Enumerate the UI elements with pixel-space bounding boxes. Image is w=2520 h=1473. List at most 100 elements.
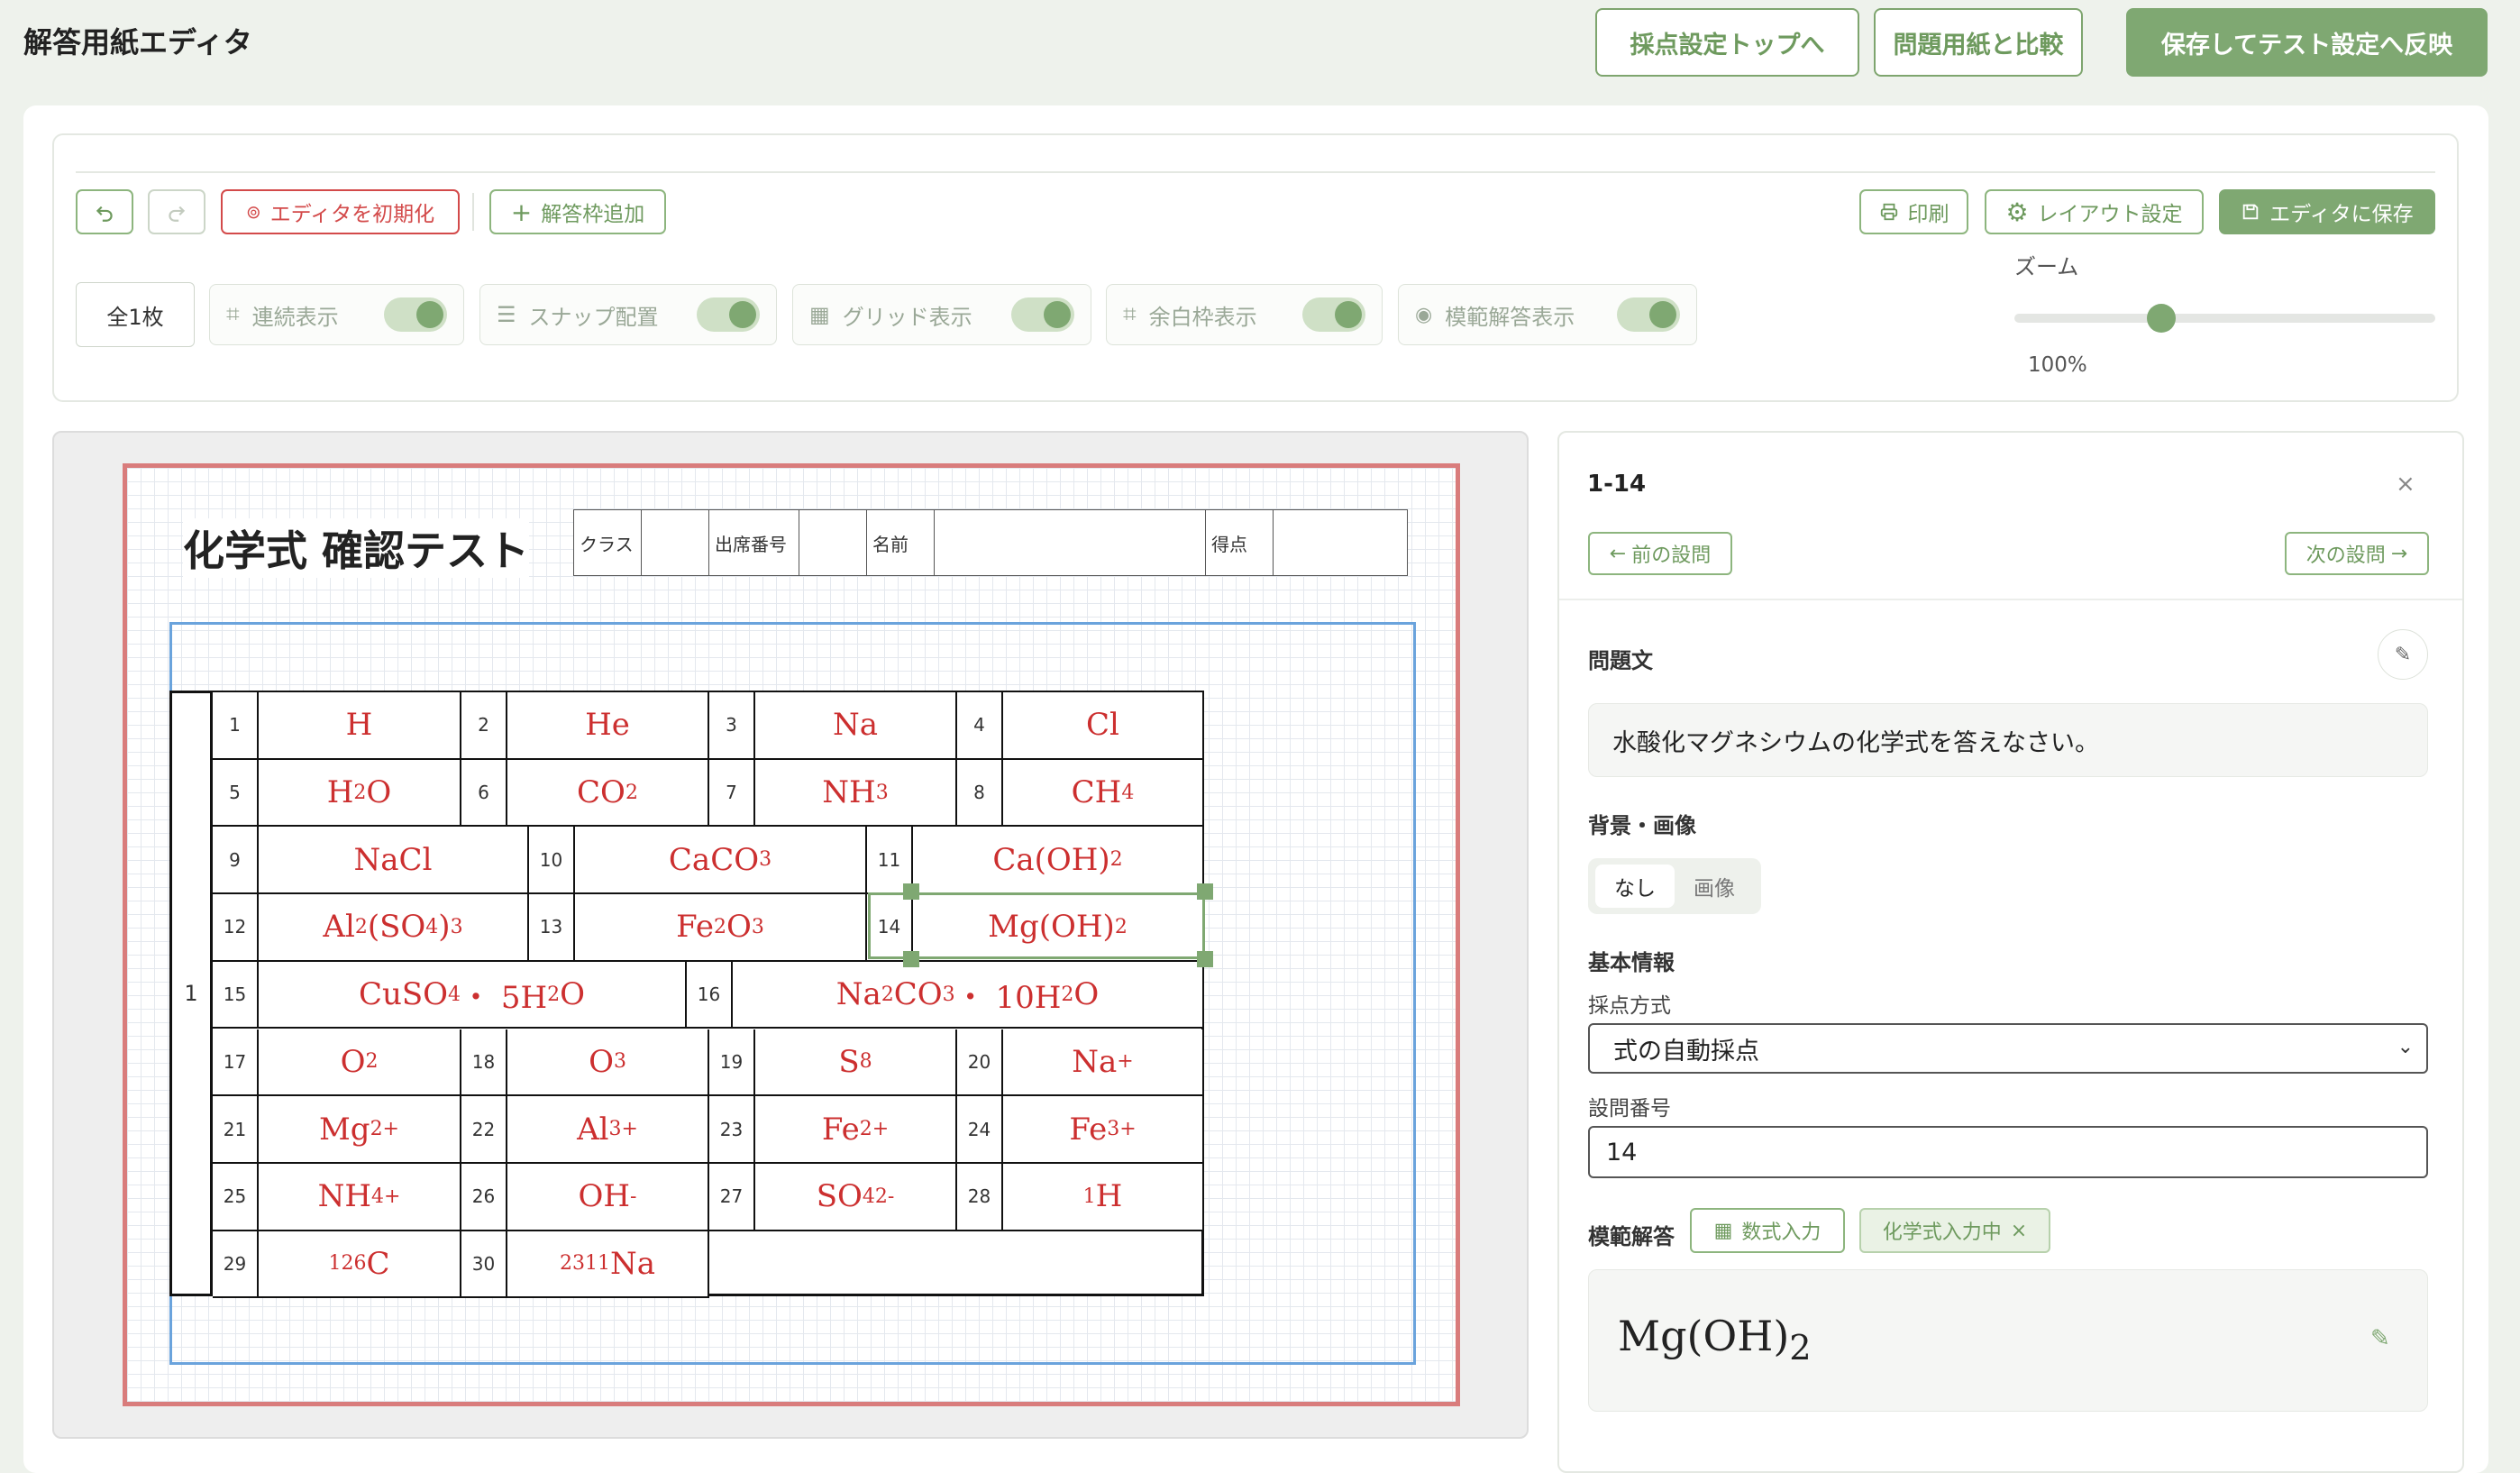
add-answer-box-button[interactable]: + 解答枠追加: [489, 189, 666, 234]
answer-cell[interactable]: 12 6 C: [259, 1231, 461, 1299]
answer-cell[interactable]: Na 2 CO 3 ・ 10H 2 O: [733, 961, 1204, 1029]
answer-cell[interactable]: 23 11 Na: [507, 1231, 709, 1299]
toggle-model-answer[interactable]: ◉ 模範解答表示: [1398, 284, 1697, 345]
answer-cell[interactable]: Mg 2+: [259, 1096, 461, 1164]
resize-handle[interactable]: [903, 951, 919, 967]
zoom-value: 100%: [2028, 353, 2087, 377]
question-number-cell: 25: [213, 1163, 259, 1231]
toggle-switch[interactable]: [1302, 297, 1365, 332]
undo-button[interactable]: [76, 189, 133, 234]
answer-cell[interactable]: CuSO 4 ・ 5H 2 O: [259, 961, 687, 1029]
answer-cell[interactable]: NH 3: [755, 759, 957, 828]
resize-handle[interactable]: [1197, 883, 1213, 900]
gear-icon: ⚙: [2005, 197, 2029, 227]
answer-cell[interactable]: SO 4 2-: [755, 1163, 957, 1231]
answer-cell[interactable]: He: [507, 692, 709, 760]
question-number-cell: 19: [709, 1029, 755, 1097]
answer-cell[interactable]: Cl: [1003, 692, 1204, 760]
compare-question-sheet-button[interactable]: 問題用紙と比較: [1874, 8, 2083, 77]
toggle-margin-frame[interactable]: ⌗ 余白枠表示: [1106, 284, 1383, 345]
answer-cell[interactable]: CH 4: [1003, 759, 1204, 828]
reset-editor-button[interactable]: ⊚ エディタを初期化: [221, 189, 460, 234]
score-field[interactable]: [1273, 509, 1408, 576]
print-button[interactable]: 印刷: [1859, 189, 1968, 234]
scoring-method-select[interactable]: 式の自動採点 ⌄: [1588, 1023, 2428, 1074]
bg-option-image[interactable]: 画像: [1675, 865, 1754, 908]
layout-settings-button[interactable]: ⚙ レイアウト設定: [1985, 189, 2204, 234]
answer-cell[interactable]: O3: [507, 1029, 709, 1097]
close-icon[interactable]: ×: [2011, 1220, 2027, 1242]
name-field[interactable]: [934, 509, 1206, 576]
question-number-cell: 4: [957, 692, 1003, 760]
chevron-down-icon: ⌄: [2397, 1036, 2414, 1058]
answer-cell[interactable]: Al 2 (SO 4) 3: [259, 894, 529, 962]
question-number-cell: 29: [213, 1231, 259, 1299]
answer-cell[interactable]: Na: [755, 692, 957, 760]
class-field[interactable]: [641, 509, 709, 576]
question-number-cell: 17: [213, 1029, 259, 1097]
answer-cell[interactable]: Fe 3+: [1003, 1096, 1204, 1164]
grid-icon: ▦: [809, 302, 830, 327]
pencil-icon[interactable]: ✎: [2370, 1325, 2390, 1352]
answer-cell[interactable]: O2: [259, 1029, 461, 1097]
bg-option-none[interactable]: なし: [1595, 865, 1675, 908]
math-input-button[interactable]: ▦ 数式入力: [1690, 1208, 1845, 1253]
answer-cell[interactable]: Al 3+: [507, 1096, 709, 1164]
toggle-snap-placement[interactable]: ☰ スナップ配置: [479, 284, 777, 345]
answer-cell[interactable]: H: [259, 692, 461, 760]
answer-cell[interactable]: CO 2: [507, 759, 709, 828]
answer-cell[interactable]: Na +: [1003, 1029, 1204, 1097]
answer-cell[interactable]: H2O: [259, 759, 461, 828]
redo-button[interactable]: [148, 189, 205, 234]
resize-handle[interactable]: [1197, 951, 1213, 967]
answer-cell[interactable]: Ca(OH) 2: [913, 827, 1204, 895]
selected-answer-box[interactable]: [868, 892, 1205, 959]
question-number-cell: 30: [461, 1231, 507, 1299]
answer-cell[interactable]: CaCO 3: [575, 827, 867, 895]
page-count-button[interactable]: 全1枚: [76, 282, 195, 347]
hash-icon: ⌗: [226, 300, 240, 328]
scoring-top-button[interactable]: 採点設定トップへ: [1595, 8, 1859, 77]
toggle-grid-display[interactable]: ▦ グリッド表示: [792, 284, 1091, 345]
question-number-cell: 24: [957, 1096, 1003, 1164]
next-question-button[interactable]: 次の設問 →: [2285, 532, 2429, 575]
chem-input-chip[interactable]: 化学式入力中 ×: [1859, 1208, 2050, 1253]
question-number-cell: 5: [213, 759, 259, 828]
seat-number-field[interactable]: [799, 509, 867, 576]
toggle-switch[interactable]: [697, 297, 760, 332]
answer-cell[interactable]: Fe 2 O 3: [575, 894, 867, 962]
answer-cell[interactable]: Fe 2+: [755, 1096, 957, 1164]
zoom-slider-track[interactable]: [2014, 314, 2435, 323]
toggle-switch[interactable]: [384, 297, 447, 332]
answer-cell[interactable]: S8: [755, 1029, 957, 1097]
prev-question-button[interactable]: ← 前の設問: [1588, 532, 1732, 575]
answer-cell[interactable]: 1H: [1003, 1163, 1204, 1231]
printer-icon: [1880, 203, 1897, 221]
model-answer-value: Mg(OH)2: [1618, 1312, 1812, 1369]
answer-cell[interactable]: NaCl: [259, 827, 529, 895]
question-number-cell: 18: [461, 1029, 507, 1097]
panel-divider: [1559, 599, 2462, 600]
toggle-switch[interactable]: [1617, 297, 1680, 332]
question-number-field[interactable]: 14: [1588, 1126, 2428, 1178]
question-text-box[interactable]: 水酸化マグネシウムの化学式を答えなさい。: [1588, 703, 2428, 777]
scoring-method-label: 採点方式: [1588, 994, 1671, 1018]
undo-icon: [96, 206, 113, 222]
answer-cell[interactable]: NH 4 +: [259, 1163, 461, 1231]
resize-handle[interactable]: [903, 883, 919, 900]
answer-cell[interactable]: OH -: [507, 1163, 709, 1231]
question-number-cell: 26: [461, 1163, 507, 1231]
toggle-switch[interactable]: [1011, 297, 1074, 332]
save-to-editor-button[interactable]: エディタに保存: [2219, 189, 2435, 234]
add-answer-box-label: 解答枠追加: [541, 203, 645, 226]
basic-info-heading: 基本情報: [1588, 950, 1675, 975]
toggle-continuous-view[interactable]: ⌗ 連続表示: [209, 284, 464, 345]
save-and-apply-button[interactable]: 保存してテスト設定へ反映: [2126, 8, 2488, 77]
edit-question-button[interactable]: ✎: [2378, 629, 2428, 680]
close-icon[interactable]: ×: [2396, 471, 2415, 498]
toggle-label: 余白枠表示: [1148, 304, 1257, 330]
name-label: 名前: [866, 509, 935, 576]
plus-icon: +: [510, 197, 533, 227]
next-question-label: 次の設問: [2305, 544, 2386, 567]
question-number-cell: 27: [709, 1163, 755, 1231]
